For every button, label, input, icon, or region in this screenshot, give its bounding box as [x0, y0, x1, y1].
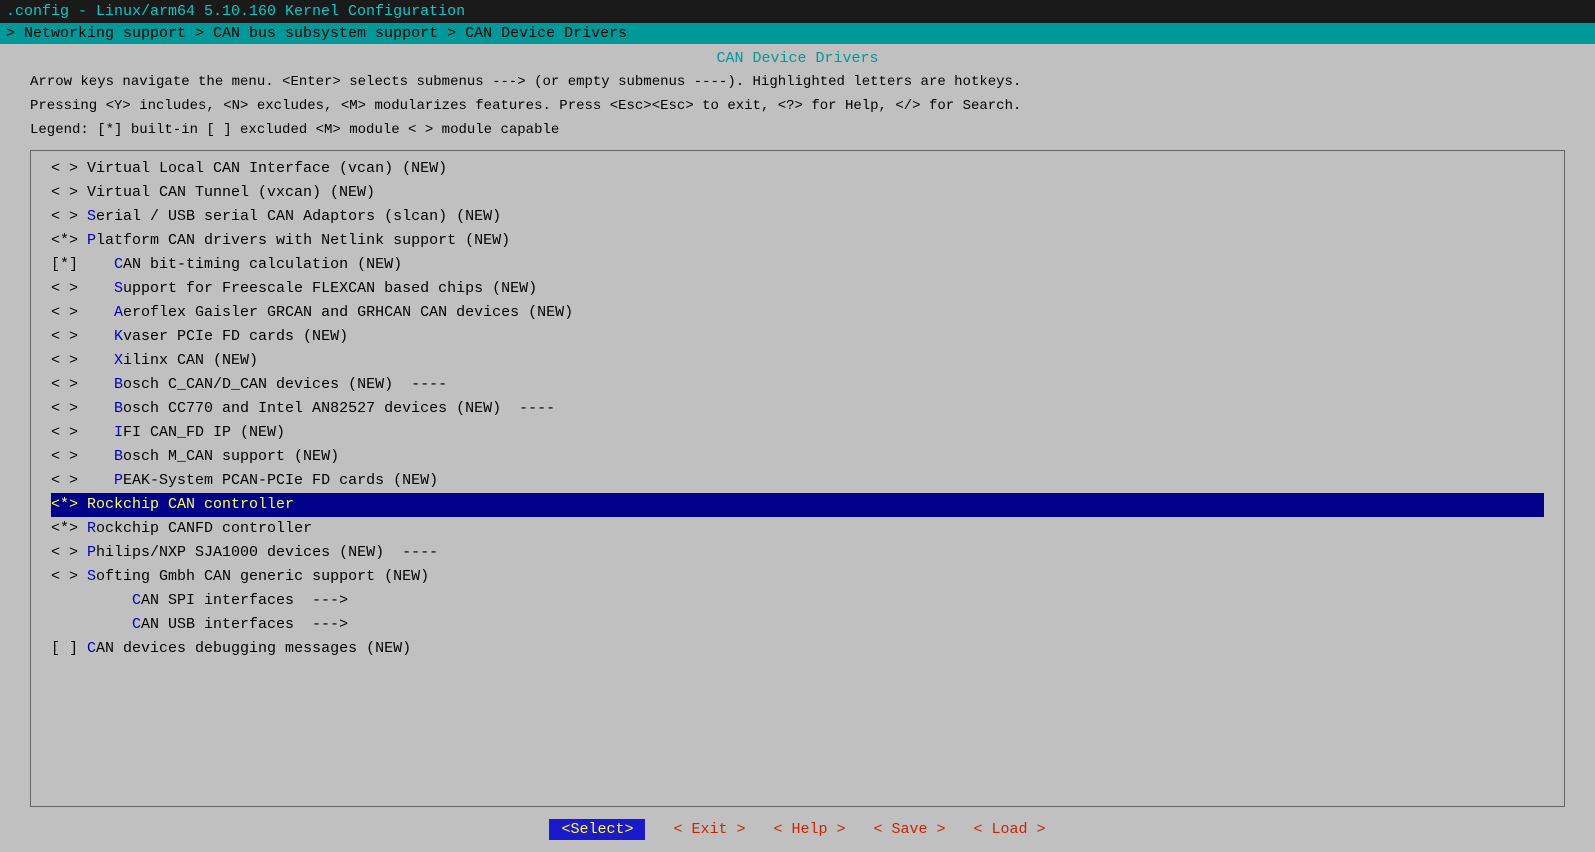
menu-item-11[interactable]: < > IFI CAN_FD IP (NEW)	[31, 421, 1564, 445]
menu-box: < > Virtual Local CAN Interface (vcan) (…	[30, 150, 1565, 807]
page-title: CAN Device Drivers	[0, 44, 1595, 69]
menu-item-18[interactable]: CAN SPI interfaces --->	[31, 589, 1564, 613]
menu-item-20[interactable]: [ ] CAN devices debugging messages (NEW)	[31, 637, 1564, 661]
menu-item-6[interactable]: < > Aeroflex Gaisler GRCAN and GRHCAN CA…	[31, 301, 1564, 325]
menu-item-16[interactable]: < > Philips/NXP SJA1000 devices (NEW) --…	[31, 541, 1564, 565]
menu-item-10[interactable]: < > Bosch CC770 and Intel AN82527 device…	[31, 397, 1564, 421]
load-button[interactable]: < Load >	[974, 821, 1046, 838]
menu-item-7[interactable]: < > Kvaser PCIe FD cards (NEW)	[31, 325, 1564, 349]
menu-lines: < > Virtual Local CAN Interface (vcan) (…	[31, 157, 1564, 661]
select-button[interactable]: <Select>	[549, 819, 645, 840]
window-title: .config - Linux/arm64 5.10.160 Kernel Co…	[6, 3, 465, 20]
menu-item-8[interactable]: < > Xilinx CAN (NEW)	[31, 349, 1564, 373]
menu-item-17[interactable]: < > Softing Gmbh CAN generic support (NE…	[31, 565, 1564, 589]
breadcrumb: > Networking support > CAN bus subsystem…	[6, 25, 627, 42]
instruction-line-3: Legend: [*] built-in [ ] excluded <M> mo…	[30, 119, 1565, 143]
press-word: Press	[559, 98, 601, 114]
menu-item-12[interactable]: < > Bosch M_CAN support (NEW)	[31, 445, 1564, 469]
exit-button[interactable]: < Exit >	[673, 821, 745, 838]
terminal-window: .config - Linux/arm64 5.10.160 Kernel Co…	[0, 0, 1595, 852]
menu-item-19[interactable]: CAN USB interfaces --->	[31, 613, 1564, 637]
menu-item-4[interactable]: [*] CAN bit-timing calculation (NEW)	[31, 253, 1564, 277]
instructions: Arrow keys navigate the menu. <Enter> se…	[0, 69, 1595, 144]
content-area: CAN Device Drivers Arrow keys navigate t…	[0, 44, 1595, 852]
menu-item-1[interactable]: < > Virtual CAN Tunnel (vxcan) (NEW)	[31, 181, 1564, 205]
save-button[interactable]: < Save >	[874, 821, 946, 838]
menu-item-3[interactable]: <*> Platform CAN drivers with Netlink su…	[31, 229, 1564, 253]
menu-item-0[interactable]: < > Virtual Local CAN Interface (vcan) (…	[31, 157, 1564, 181]
breadcrumb-bar: > Networking support > CAN bus subsystem…	[0, 23, 1595, 44]
breadcrumb-text: > Networking support > CAN bus subsystem…	[6, 25, 627, 42]
help-button[interactable]: < Help >	[773, 821, 845, 838]
menu-item-14[interactable]: <*> Rockchip CAN controller	[31, 493, 1564, 517]
title-bar: .config - Linux/arm64 5.10.160 Kernel Co…	[0, 0, 1595, 23]
menu-item-2[interactable]: < > Serial / USB serial CAN Adaptors (sl…	[31, 205, 1564, 229]
menu-item-9[interactable]: < > Bosch C_CAN/D_CAN devices (NEW) ----	[31, 373, 1564, 397]
menu-item-13[interactable]: < > PEAK-System PCAN-PCIe FD cards (NEW)	[31, 469, 1564, 493]
menu-item-5[interactable]: < > Support for Freescale FLEXCAN based …	[31, 277, 1564, 301]
instruction-line-1: Arrow keys navigate the menu. <Enter> se…	[30, 71, 1565, 95]
bottom-buttons: <Select> < Exit > < Help > < Save > < Lo…	[0, 811, 1595, 852]
instruction-line-2: Pressing <Y> includes, <N> excludes, <M>…	[30, 95, 1565, 119]
menu-item-15[interactable]: <*> Rockchip CANFD controller	[31, 517, 1564, 541]
